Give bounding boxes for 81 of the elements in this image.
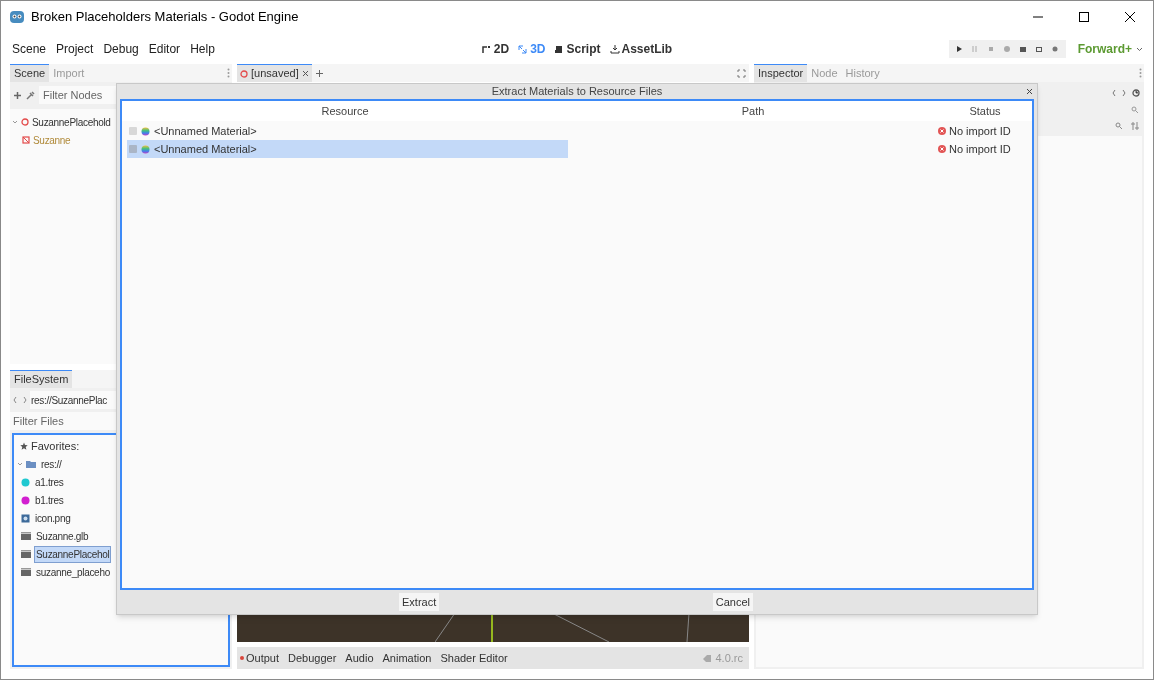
star-icon <box>20 442 28 450</box>
version-label: 4.0.rc <box>715 650 743 666</box>
menu-item[interactable]: Project <box>56 40 94 58</box>
main-screen-tab[interactable]: Script <box>554 40 601 58</box>
menu-item[interactable]: Scene <box>12 40 47 58</box>
custom-play-icon <box>1035 45 1044 53</box>
download-icon <box>609 44 620 54</box>
bottom-panel-tab[interactable]: Debugger <box>288 649 337 667</box>
dialog-button[interactable]: Extract <box>399 593 440 611</box>
scene-play-icon <box>1019 45 1028 53</box>
column-header: Path <box>740 103 766 119</box>
clapperboard-icon <box>21 532 31 540</box>
clapperboard-icon <box>21 550 31 558</box>
dialog-button[interactable]: Cancel <box>712 593 753 611</box>
folder-icon <box>26 460 36 468</box>
dock-tab[interactable]: Scene <box>10 64 50 82</box>
dock-tab[interactable]: Inspector <box>754 64 808 82</box>
material-row[interactable]: <Unnamed Material> <box>127 140 568 158</box>
bottom-panel-tab[interactable]: Output <box>240 649 280 667</box>
back-forward-arrows-icon <box>13 396 27 404</box>
plus-icon <box>315 68 325 78</box>
file-item[interactable]: icon.png <box>33 509 73 527</box>
more-options-icon <box>1139 68 1142 78</box>
close-icon <box>1025 87 1033 95</box>
expand-icon <box>737 68 746 78</box>
link-icon <box>26 90 35 100</box>
file-item[interactable]: b1.tres <box>33 491 66 509</box>
menu-item[interactable]: Editor <box>148 40 181 58</box>
menu-item[interactable]: Debug <box>103 40 139 58</box>
favorites-label[interactable]: Favorites: <box>31 437 80 455</box>
bottom-panel-tab[interactable]: Animation <box>382 649 432 667</box>
circle-node-icon <box>240 69 248 78</box>
mesh-node-icon <box>22 136 30 144</box>
sort-icon <box>1131 122 1139 130</box>
dock-tab[interactable]: FileSystem <box>10 370 73 388</box>
close-icon <box>1124 11 1136 23</box>
back-forward-arrows-icon <box>1112 89 1126 97</box>
search-icon <box>1115 122 1123 130</box>
file-item[interactable]: res:// <box>39 455 64 473</box>
close-icon <box>301 70 309 77</box>
error-icon <box>938 127 946 135</box>
clapperboard-icon <box>21 568 31 576</box>
app-logo-icon <box>9 9 25 25</box>
history-icon <box>1132 89 1140 97</box>
file-item[interactable]: SuzannePlacehol <box>34 545 112 563</box>
dialog-title: Extract Materials to Resource Files <box>491 84 663 100</box>
axes-icon <box>481 44 492 54</box>
caret-icon <box>1136 46 1143 52</box>
status-text: No import ID <box>949 123 1011 139</box>
file-item[interactable]: suzanne_placeho <box>34 563 112 581</box>
move-arrows-icon <box>518 44 529 54</box>
error-icon <box>938 145 946 153</box>
close-button[interactable] <box>1024 86 1034 96</box>
main-screen-tab[interactable]: 2D <box>481 40 510 58</box>
column-header: Status <box>968 103 1002 119</box>
scroll-icon <box>554 44 565 54</box>
window-title: Broken Placeholders Materials - Godot Engine <box>31 8 299 27</box>
scene-node-label[interactable]: SuzannePlacehold <box>32 114 111 130</box>
bottom-panel-tab[interactable]: Shader Editor <box>440 649 508 667</box>
image-file-icon <box>21 513 30 523</box>
file-item[interactable]: a1.tres <box>33 473 66 491</box>
more-options-icon <box>227 68 230 78</box>
help-search-icon <box>1131 106 1139 114</box>
material-name: <Unnamed Material> <box>154 141 257 157</box>
add-node-icon <box>13 90 22 100</box>
main-screen-tab[interactable]: AssetLib <box>609 40 673 58</box>
maximize-icon <box>1078 11 1090 23</box>
status-text: No import ID <box>949 141 1011 157</box>
column-header: Resource <box>320 103 370 119</box>
document-tab[interactable]: [unsaved] <box>237 64 312 82</box>
tag-icon <box>703 654 712 662</box>
menu-item[interactable]: Help <box>190 40 215 58</box>
play-icon <box>955 45 964 53</box>
checkbox[interactable] <box>129 127 137 135</box>
material-row[interactable]: <Unnamed Material> <box>127 122 568 140</box>
material-name: <Unnamed Material> <box>154 123 257 139</box>
circle-node-icon <box>21 118 29 126</box>
pause-icon <box>971 45 980 53</box>
file-item[interactable]: Suzanne.glb <box>34 527 91 545</box>
checkbox[interactable] <box>129 145 137 153</box>
bottom-panel-tab[interactable]: Audio <box>345 649 374 667</box>
